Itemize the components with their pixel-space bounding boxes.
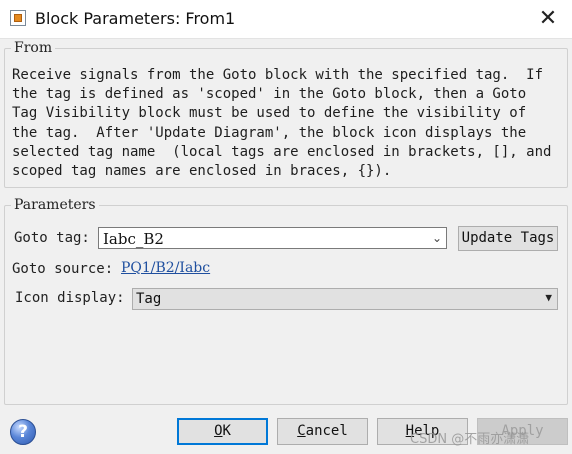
goto-tag-label: Goto tag:: [14, 230, 90, 246]
cancel-mnemonic: C: [297, 423, 306, 439]
description-line: scoped tag names are enclosed in braces,…: [12, 163, 392, 180]
goto-tag-value[interactable]: Iabc_B2: [103, 230, 164, 248]
icon-display-value: Tag: [136, 291, 162, 307]
from-legend: From: [14, 40, 53, 56]
ok-mnemonic: O: [214, 423, 223, 439]
cancel-label: ancel: [305, 423, 348, 439]
description-line: the tag. After 'Update Diagram', the blo…: [12, 124, 527, 141]
ok-button[interactable]: OK: [177, 418, 268, 445]
chevron-down-icon[interactable]: ⌄: [432, 231, 442, 245]
parameters-legend: Parameters: [14, 197, 96, 213]
window-title: Block Parameters: From1: [35, 9, 236, 28]
description-line: Tag Visibility block must be used to def…: [12, 105, 527, 122]
block-description: Receive signals from the Goto block with…: [12, 66, 562, 181]
ok-label: K: [222, 423, 231, 439]
close-icon[interactable]: ✕: [536, 7, 560, 31]
watermark-text: CSDN @不雨亦潇潇: [410, 432, 530, 447]
goto-source-link[interactable]: PQ1/B2/Iabc: [121, 260, 210, 276]
goto-tag-combobox[interactable]: Iabc_B2 ⌄: [98, 227, 447, 249]
title-bar: Block Parameters: From1 ✕: [0, 0, 572, 39]
icon-display-select[interactable]: Tag ▼: [132, 288, 558, 310]
update-tags-button[interactable]: Update Tags: [458, 226, 558, 251]
description-line: Receive signals from the Goto block with…: [12, 67, 544, 83]
goto-source-label: Goto source:: [12, 261, 114, 277]
help-question-icon[interactable]: ?: [10, 419, 36, 445]
description-line: selected tag name (local tags are enclos…: [12, 143, 552, 160]
dropdown-arrow-icon: ▼: [545, 291, 552, 304]
simulink-block-icon: [10, 10, 26, 26]
cancel-button[interactable]: Cancel: [277, 418, 368, 445]
description-line: the tag is defined as 'scoped' in the Go…: [12, 86, 527, 103]
icon-display-label: Icon display:: [15, 290, 125, 306]
